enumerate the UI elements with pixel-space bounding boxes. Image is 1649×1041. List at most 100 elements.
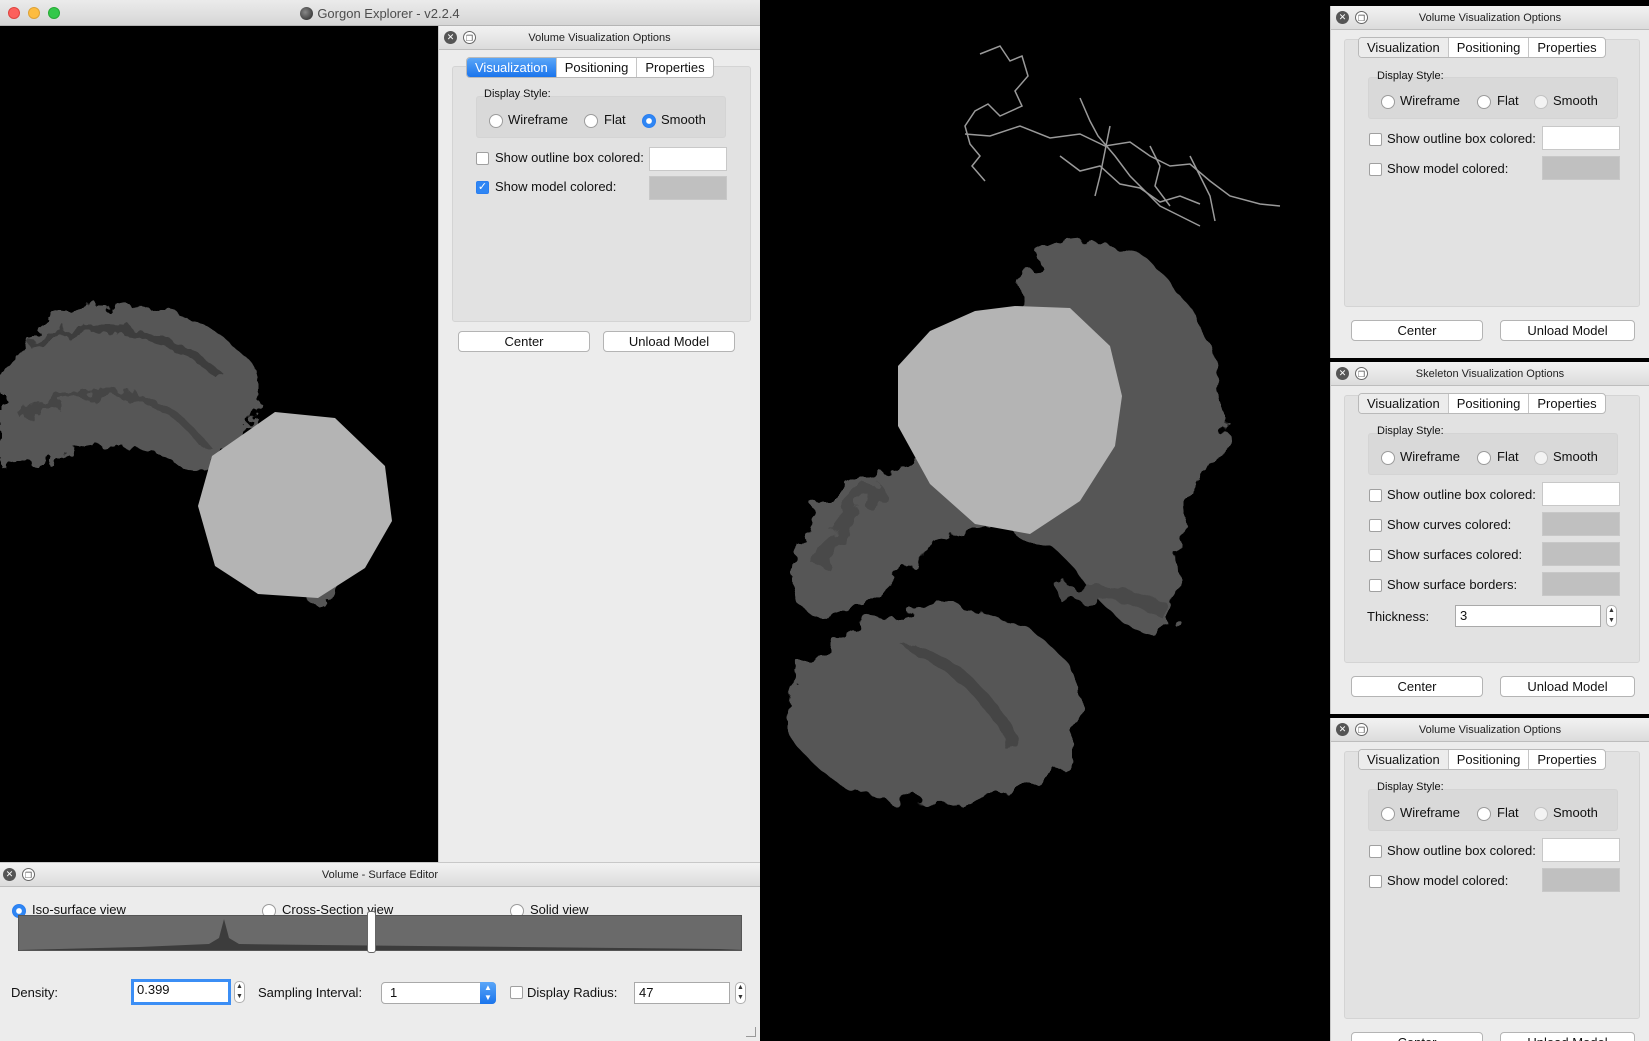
show-outline-checkbox[interactable] (1369, 133, 1382, 146)
radio-flat[interactable] (1477, 95, 1491, 109)
model-color-swatch[interactable] (1542, 156, 1620, 180)
panel-tabs: Visualization Positioning Properties (1358, 749, 1606, 770)
show-model-checkbox[interactable] (1369, 875, 1382, 888)
chevron-updown-icon: ▲ ▼ (480, 982, 496, 1004)
tab-positioning[interactable]: Positioning (1449, 38, 1530, 57)
radio-smooth[interactable] (1534, 451, 1548, 465)
panel-close-icon[interactable]: ✕ (444, 31, 457, 44)
outline-color-swatch[interactable] (1542, 126, 1620, 150)
tab-properties[interactable]: Properties (1529, 38, 1604, 57)
panel-title[interactable]: ✕ ❐ Volume Visualization Options (439, 26, 760, 50)
surfaces-color-swatch[interactable] (1542, 542, 1620, 566)
panel-float-icon[interactable]: ❐ (1355, 11, 1368, 24)
show-curves-checkbox[interactable] (1369, 519, 1382, 532)
display-radius-label: Display Radius: (527, 985, 618, 1000)
panel-close-icon[interactable]: ✕ (1336, 11, 1349, 24)
window-titlebar[interactable]: Gorgon Explorer - v2.2.4 (0, 0, 760, 26)
panel-float-icon[interactable]: ❐ (1355, 723, 1368, 736)
outline-color-swatch[interactable] (1542, 838, 1620, 862)
show-curves-label: Show curves colored: (1387, 517, 1512, 532)
surface-editor-title[interactable]: ✕ ❐ Volume - Surface Editor (0, 863, 760, 887)
show-outline-checkbox[interactable] (1369, 845, 1382, 858)
density-input[interactable]: 0.399 (131, 979, 231, 1005)
radio-wireframe[interactable] (489, 114, 503, 128)
radio-smooth-label: Smooth (1553, 805, 1598, 820)
display-radius-stepper[interactable]: ▲ ▼ (735, 982, 746, 1004)
display-radius-input[interactable]: 47 (634, 982, 730, 1004)
panel-close-icon[interactable]: ✕ (1336, 367, 1349, 380)
tab-positioning[interactable]: Positioning (1449, 394, 1530, 413)
tab-positioning[interactable]: Positioning (1449, 750, 1530, 769)
model-color-swatch[interactable] (649, 176, 727, 200)
outline-color-swatch[interactable] (1542, 482, 1620, 506)
show-outline-checkbox[interactable] (476, 152, 489, 165)
curves-color-swatch[interactable] (1542, 512, 1620, 536)
tab-properties[interactable]: Properties (637, 58, 712, 77)
unload-model-button[interactable]: Unload Model (1500, 320, 1635, 341)
radio-wireframe[interactable] (1381, 807, 1395, 821)
density-label: Density: (11, 985, 58, 1000)
panel-float-icon[interactable]: ❐ (1355, 367, 1368, 380)
radio-wireframe[interactable] (1381, 95, 1395, 109)
display-radius-checkbox[interactable] (510, 986, 523, 999)
show-model-checkbox[interactable] (1369, 163, 1382, 176)
radio-wireframe-label: Wireframe (1400, 93, 1460, 108)
unload-model-button[interactable]: Unload Model (603, 331, 735, 352)
show-outline-checkbox[interactable] (1369, 489, 1382, 502)
volume-options-panel-right-2: ✕ ❐ Volume Visualization Options Visuali… (1330, 718, 1649, 1041)
show-model-label: Show model colored: (495, 179, 617, 194)
surface-editor-close-icon[interactable]: ✕ (3, 868, 16, 881)
surface-editor-float-icon[interactable]: ❐ (22, 868, 35, 881)
density-stepper[interactable]: ▲ ▼ (234, 981, 245, 1003)
right-scene-render (785, 45, 1281, 806)
radio-flat[interactable] (1477, 451, 1491, 465)
model-color-swatch[interactable] (1542, 868, 1620, 892)
unload-model-button[interactable]: Unload Model (1500, 1032, 1635, 1041)
tab-visualization[interactable]: Visualization (467, 58, 557, 77)
radio-smooth[interactable] (642, 114, 656, 128)
radio-flat[interactable] (584, 114, 598, 128)
panel-title[interactable]: ✕ ❐ Volume Visualization Options (1331, 6, 1649, 30)
center-button[interactable]: Center (1351, 320, 1483, 341)
center-button[interactable]: Center (1351, 1032, 1483, 1041)
left-3d-viewport[interactable] (0, 26, 438, 862)
panel-close-icon[interactable]: ✕ (1336, 723, 1349, 736)
tab-visualization[interactable]: Visualization (1359, 750, 1449, 769)
window-title: Gorgon Explorer - v2.2.4 (0, 6, 760, 21)
borders-color-swatch[interactable] (1542, 572, 1620, 596)
density-histogram[interactable] (18, 915, 742, 951)
thickness-stepper[interactable]: ▲ ▼ (1606, 605, 1617, 627)
unload-model-button[interactable]: Unload Model (1500, 676, 1635, 697)
radio-flat-label: Flat (604, 112, 626, 127)
outline-color-swatch[interactable] (649, 147, 727, 171)
tab-positioning[interactable]: Positioning (557, 58, 638, 77)
tab-visualization[interactable]: Visualization (1359, 394, 1449, 413)
app-logo-icon (300, 7, 314, 20)
sampling-interval-select[interactable]: 1 ▲ ▼ (381, 982, 496, 1004)
radio-wireframe[interactable] (1381, 451, 1395, 465)
panel-float-icon[interactable]: ❐ (463, 31, 476, 44)
show-model-checkbox[interactable]: ✓ (476, 181, 489, 194)
center-button[interactable]: Center (458, 331, 590, 352)
panel-title[interactable]: ✕ ❐ Volume Visualization Options (1331, 718, 1649, 742)
resize-grip-icon[interactable] (746, 1027, 756, 1037)
skeleton-options-panel: ✕ ❐ Skeleton Visualization Options Visua… (1330, 362, 1649, 714)
right-3d-viewport[interactable] (760, 6, 1330, 1041)
panel-title-text: Volume Visualization Options (1418, 12, 1562, 24)
left-scene-render (0, 305, 392, 606)
thickness-input[interactable]: 3 (1455, 605, 1601, 627)
main-window: Gorgon Explorer - v2.2.4 ✕ ❐ Volume Visu… (0, 0, 760, 1041)
radio-smooth[interactable] (1534, 95, 1548, 109)
radio-smooth[interactable] (1534, 807, 1548, 821)
show-borders-checkbox[interactable] (1369, 579, 1382, 592)
panel-tabs: Visualization Positioning Properties (466, 57, 714, 78)
center-button[interactable]: Center (1351, 676, 1483, 697)
radio-flat[interactable] (1477, 807, 1491, 821)
density-slider-thumb[interactable] (367, 911, 376, 953)
radio-smooth-label: Smooth (661, 112, 706, 127)
show-surfaces-checkbox[interactable] (1369, 549, 1382, 562)
tab-visualization[interactable]: Visualization (1359, 38, 1449, 57)
tab-properties[interactable]: Properties (1529, 394, 1604, 413)
panel-title[interactable]: ✕ ❐ Skeleton Visualization Options (1331, 362, 1649, 386)
tab-properties[interactable]: Properties (1529, 750, 1604, 769)
